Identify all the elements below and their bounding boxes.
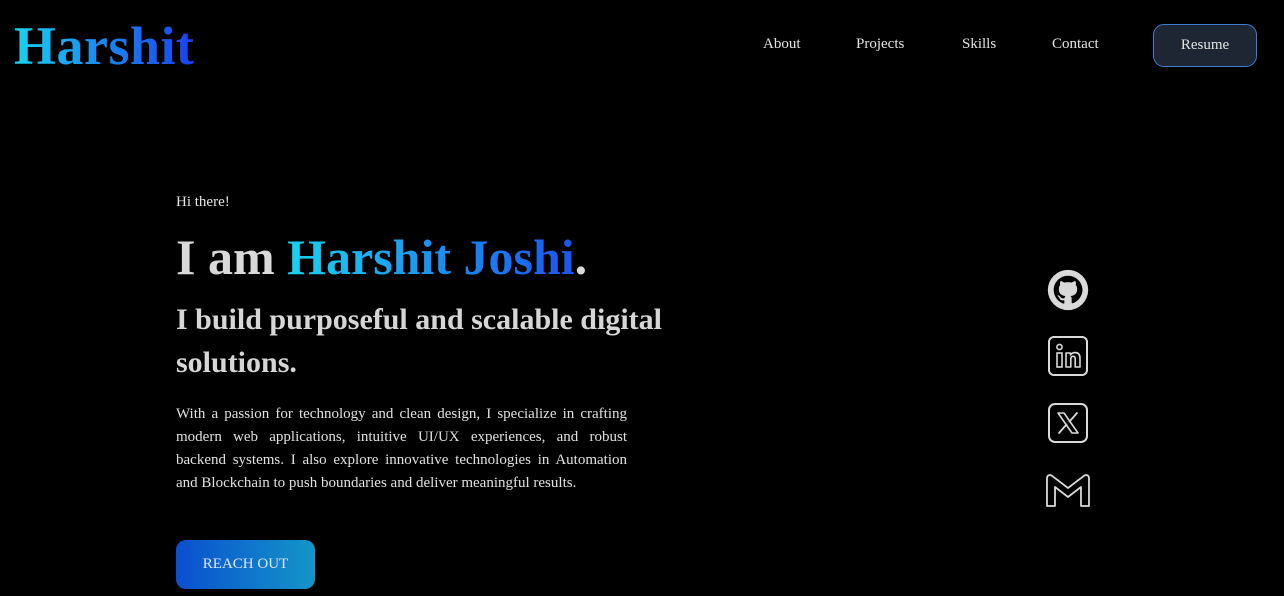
nav-link-about[interactable]: About: [763, 36, 801, 53]
reach-out-button[interactable]: REACH OUT: [176, 540, 315, 589]
resume-button[interactable]: Resume: [1153, 24, 1257, 67]
hero-subheading: I build purposeful and scalable digital …: [176, 303, 662, 379]
greeting-text: Hi there!: [176, 194, 230, 210]
headline-name: Harshit Joshi: [287, 229, 575, 285]
nav-link-projects[interactable]: Projects: [856, 36, 904, 53]
site-logo[interactable]: Harshit: [14, 14, 195, 78]
gmail-link[interactable]: [1040, 466, 1096, 514]
x-icon: [1048, 403, 1088, 443]
headline-suffix: .: [574, 229, 588, 285]
x-link[interactable]: [1040, 399, 1096, 447]
hero-description: With a passion for technology and clean …: [176, 406, 627, 491]
nav-link-skills[interactable]: Skills: [962, 36, 996, 53]
github-icon: [1047, 269, 1089, 311]
gmail-icon: [1046, 474, 1090, 507]
headline-prefix: I am: [176, 229, 288, 285]
portfolio-page: Harshit About Projects Skills Contact Re…: [0, 0, 1284, 596]
linkedin-icon: [1048, 336, 1088, 376]
linkedin-link[interactable]: [1040, 332, 1096, 380]
hero-headline: I am Harshit Joshi.: [176, 226, 587, 288]
nav-link-contact[interactable]: Contact: [1052, 36, 1099, 53]
github-link[interactable]: [1040, 266, 1096, 314]
